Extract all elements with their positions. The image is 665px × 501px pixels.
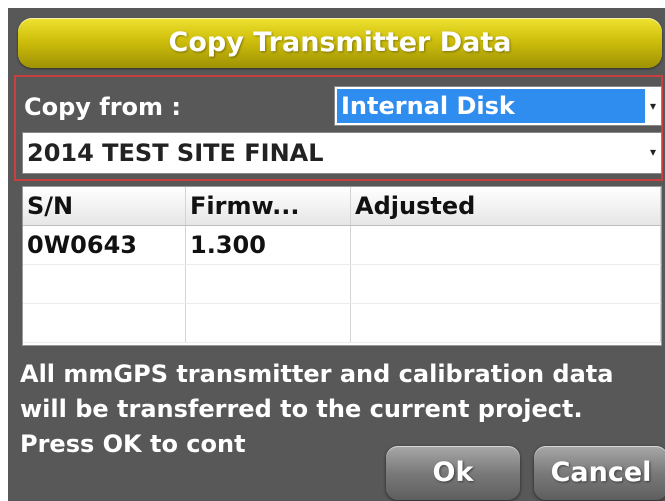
column-header-adjusted[interactable]: Adjusted [350, 187, 661, 226]
ok-button[interactable]: Ok [386, 446, 520, 500]
cell-sn: 0W0643 [23, 225, 186, 265]
cell-sn [23, 303, 186, 343]
table-row[interactable]: 0W0643 1.300 [23, 225, 661, 265]
source-selection-group: Copy from : Internal Disk ▾ 2014 TEST SI… [14, 75, 663, 181]
dropdown-arrow-icon[interactable]: ▾ [646, 133, 660, 173]
site-select[interactable]: 2014 TEST SITE FINAL ▾ [22, 132, 662, 174]
cell-firmware [185, 264, 351, 304]
dialog-title: Copy Transmitter Data [18, 18, 662, 68]
site-value: 2014 TEST SITE FINAL [27, 139, 324, 167]
column-header-firmware[interactable]: Firmw... [185, 187, 351, 226]
dialog-window: Copy Transmitter Data Copy from : Intern… [8, 8, 665, 501]
copy-from-label: Copy from : [24, 93, 182, 121]
cell-firmware: 1.300 [185, 225, 351, 265]
table-row[interactable] [23, 264, 661, 304]
cell-adjusted [350, 225, 661, 265]
cancel-button[interactable]: Cancel [534, 446, 665, 500]
source-disk-value: Internal Disk [337, 89, 645, 123]
dropdown-arrow-icon[interactable]: ▾ [646, 87, 660, 125]
table-header-row: S/N Firmw... Adjusted [23, 187, 661, 226]
column-header-sn[interactable]: S/N [23, 187, 186, 226]
cell-firmware [185, 303, 351, 343]
cell-adjusted [350, 264, 661, 304]
transmitter-table[interactable]: S/N Firmw... Adjusted 0W0643 1.300 [22, 186, 662, 346]
cell-adjusted [350, 303, 661, 343]
table-row[interactable] [23, 303, 661, 343]
source-disk-select[interactable]: Internal Disk ▾ [334, 86, 662, 126]
cell-sn [23, 264, 186, 304]
